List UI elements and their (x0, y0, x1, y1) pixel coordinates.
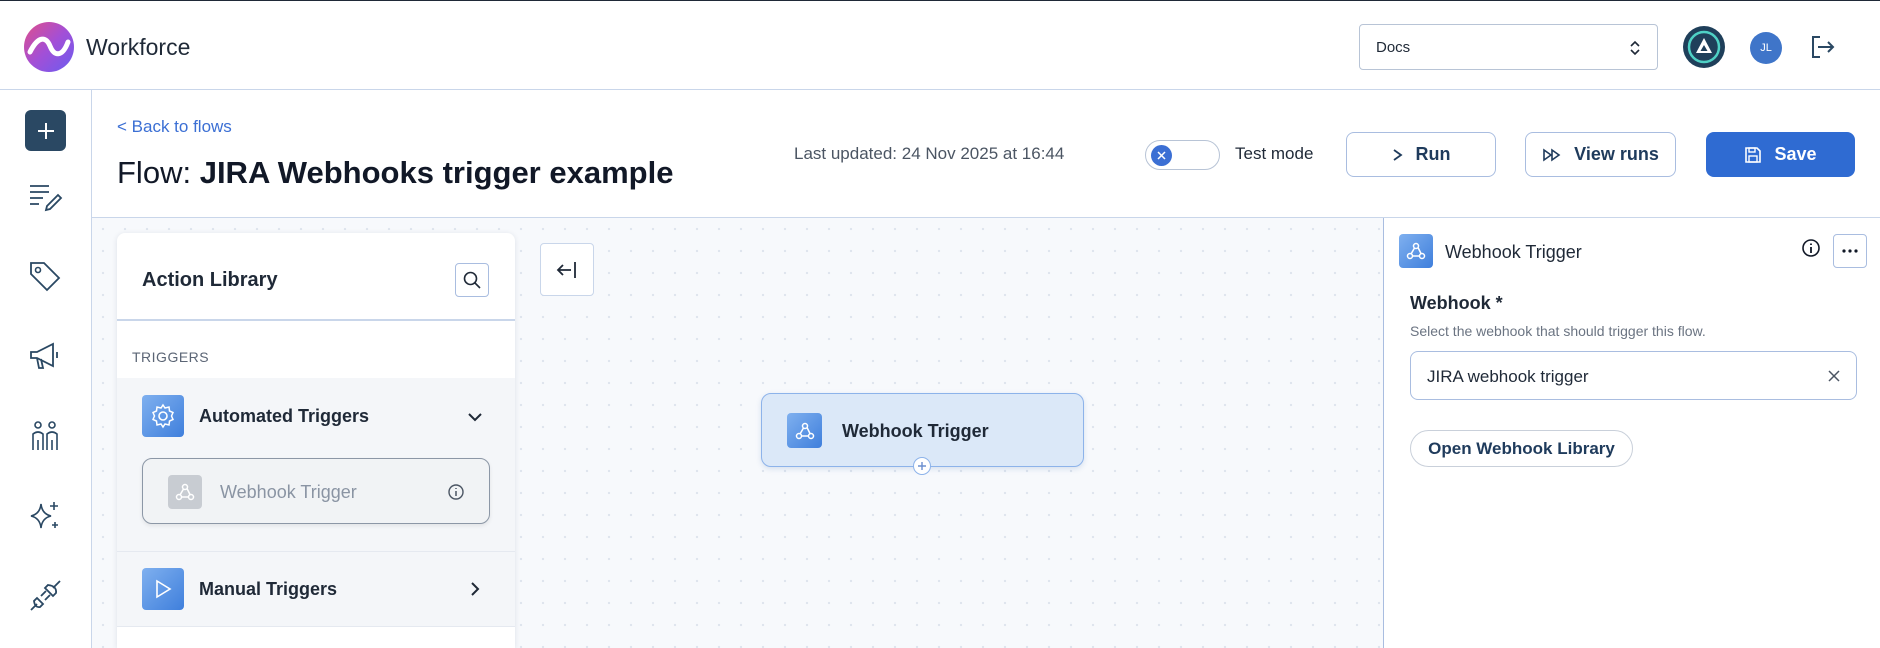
library-item-webhook-trigger[interactable]: Webhook Trigger (142, 458, 490, 524)
title-prefix: Flow: (117, 155, 192, 190)
chevron-down-icon (468, 413, 482, 422)
workspace-select[interactable]: Docs (1359, 24, 1658, 70)
nav-add-button[interactable] (25, 110, 66, 151)
group-label: Automated Triggers (199, 406, 370, 426)
flow-name: JIRA Webhooks trigger example (199, 155, 674, 190)
fast-forward-icon (1543, 147, 1561, 162)
run-button[interactable]: Run (1346, 132, 1496, 177)
brand[interactable]: Workforce (24, 22, 190, 72)
group-icon (142, 395, 184, 437)
library-divider (117, 319, 515, 321)
node-label: Webhook Trigger (842, 421, 989, 441)
panel-title: Webhook Trigger (1445, 242, 1582, 262)
plus-icon (37, 122, 54, 139)
library-title: Action Library (142, 269, 278, 291)
user-avatar[interactable]: JL (1750, 32, 1782, 64)
assistant-ring-icon[interactable] (1681, 24, 1727, 70)
logout-icon[interactable] (1808, 33, 1836, 61)
top-bar: Workforce Docs JL (0, 0, 1880, 90)
panel-icon (1399, 234, 1433, 268)
webhook-icon (175, 483, 195, 501)
group-label: Manual Triggers (199, 578, 338, 599)
page-title: Flow: JIRA Webhooks trigger example (117, 155, 673, 191)
gear-icon (152, 403, 174, 429)
flow-node-webhook-trigger[interactable]: Webhook Trigger (761, 393, 1084, 467)
save-label: Save (1774, 144, 1817, 164)
library-search-button[interactable] (455, 263, 489, 297)
tag-icon[interactable] (27, 258, 63, 294)
node-settings-panel: Webhook Trigger Webhook * Select the web… (1383, 218, 1880, 648)
test-mode-toggle[interactable] (1145, 140, 1220, 170)
last-updated-value: 24 Nov 2025 at 16:44 (901, 144, 1065, 163)
webhook-select[interactable]: JIRA webhook trigger (1410, 351, 1857, 400)
left-nav (0, 90, 92, 648)
play-icon (156, 579, 172, 599)
view-runs-label: View runs (1574, 144, 1659, 164)
group-manual-triggers[interactable]: Manual Triggers (117, 551, 515, 627)
webhook-icon (795, 422, 814, 439)
collapse-library-button[interactable] (540, 243, 594, 296)
webhook-select-value: JIRA webhook trigger (1427, 367, 1589, 386)
webhook-field-help: Select the webhook that should trigger t… (1410, 323, 1706, 339)
close-icon (1157, 151, 1166, 160)
plus-icon (918, 462, 926, 470)
more-horizontal-icon (1842, 249, 1858, 253)
test-mode-label: Test mode (1235, 144, 1314, 163)
app-name: Workforce (86, 33, 191, 60)
add-step-button[interactable] (913, 457, 931, 475)
save-icon (1745, 146, 1762, 163)
chevron-up-down-icon (1630, 40, 1640, 56)
workforce-logo-icon (24, 22, 74, 72)
more-options-button[interactable] (1833, 234, 1867, 268)
toggle-knob (1151, 145, 1172, 166)
last-updated: Last updated: 24 Nov 2025 at 16:44 (794, 144, 1064, 164)
item-icon (168, 475, 202, 509)
megaphone-icon[interactable] (27, 338, 63, 374)
info-icon[interactable] (447, 483, 465, 501)
search-icon (463, 271, 481, 289)
node-icon (787, 413, 822, 448)
webhook-field-label: Webhook * (1410, 293, 1503, 313)
group-icon (142, 568, 184, 610)
people-icon[interactable] (27, 418, 63, 454)
workspace-select-value: Docs (1376, 38, 1411, 56)
plug-icon[interactable] (27, 578, 63, 614)
sparkles-icon[interactable] (27, 498, 63, 534)
run-label: Run (1415, 144, 1451, 164)
play-icon (1392, 148, 1403, 161)
clear-icon[interactable] (1826, 368, 1842, 384)
last-updated-label: Last updated: (794, 144, 898, 163)
chevron-right-icon (471, 582, 480, 596)
flows-edit-icon[interactable] (27, 178, 63, 214)
info-icon[interactable] (1801, 238, 1821, 258)
item-label: Webhook Trigger (220, 482, 357, 502)
back-to-flows-link[interactable]: < Back to flows (117, 117, 232, 137)
webhook-icon (1406, 242, 1426, 260)
library-section-label: TRIGGERS (132, 349, 210, 365)
action-library: Action Library TRIGGERS Automated Trigge… (117, 233, 515, 648)
view-runs-button[interactable]: View runs (1525, 132, 1676, 177)
save-button[interactable]: Save (1706, 132, 1855, 177)
collapse-left-icon (556, 261, 576, 278)
open-webhook-library-button[interactable]: Open Webhook Library (1410, 430, 1633, 467)
